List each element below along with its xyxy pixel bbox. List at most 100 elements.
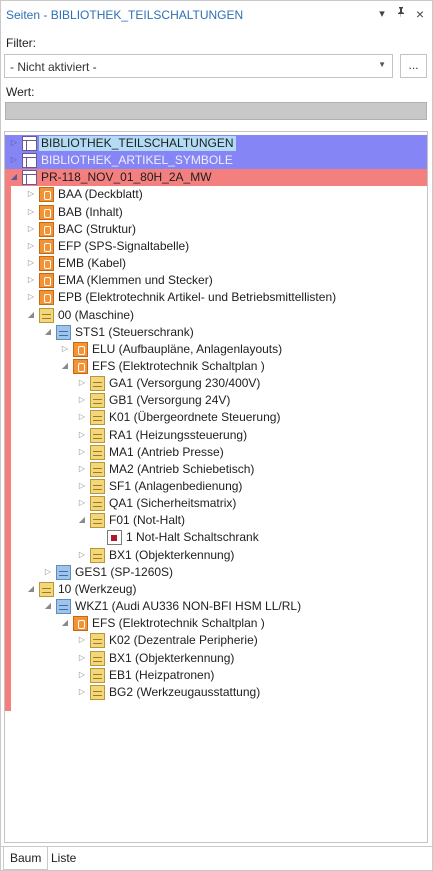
tree-node-label: BAA (Deckblatt) <box>58 187 143 202</box>
collapse-arrow-icon[interactable]: ◢ <box>60 361 70 371</box>
tree-node[interactable]: ▷ QA1 (Sicherheitsmatrix) <box>5 495 425 512</box>
tree-node[interactable]: ◢ 10 (Werkzeug) <box>5 581 425 598</box>
tree-node[interactable]: ▷ EFP (SPS-Signaltabelle) <box>5 238 425 255</box>
tree-node[interactable]: ◢ EFS (Elektrotechnik Schaltplan ) <box>5 615 425 632</box>
structure-folder-icon <box>90 410 105 426</box>
expand-arrow-icon[interactable]: ▷ <box>60 344 70 354</box>
tree-node-label: BIBLIOTHEK_ARTIKEL_SYMBOLE <box>41 153 233 168</box>
collapse-arrow-icon[interactable]: ◢ <box>9 172 19 182</box>
filter-select[interactable]: - Nicht aktiviert - ▼ <box>4 54 393 78</box>
tree-node[interactable]: ▷ MA2 (Antrieb Schiebetisch) <box>5 461 425 478</box>
tree-node-label: 00 (Maschine) <box>58 307 135 322</box>
expand-arrow-icon[interactable]: ▷ <box>77 378 87 388</box>
expand-arrow-icon[interactable]: ▷ <box>77 464 87 474</box>
tree-node[interactable]: ◢ PR-118_NOV_01_80H_2A_MW <box>5 169 425 186</box>
tree-node[interactable]: ◢ WKZ1 (Audi AU336 NON-BFI HSM LL/RL) <box>5 598 425 615</box>
tree-node[interactable]: ▷ BAB (Inhalt) <box>5 204 425 221</box>
structure-folder-icon <box>90 650 105 666</box>
tree-node[interactable]: ▷ EMA (Klemmen und Stecker) <box>5 272 425 289</box>
filter-selected-value: - Nicht aktiviert - <box>10 60 97 74</box>
tree-node[interactable]: ▷ BX1 (Objekterkennung) <box>5 547 425 564</box>
tree-node[interactable]: ◢ STS1 (Steuerschrank) <box>5 324 425 341</box>
expand-arrow-icon[interactable]: ▷ <box>77 653 87 663</box>
filter-label: Filter: <box>6 36 36 50</box>
panel-menu-dropdown-icon[interactable]: ▾ <box>374 6 390 22</box>
tree-node[interactable]: ▷ SF1 (Anlagenbedienung) <box>5 478 425 495</box>
wert-field[interactable] <box>5 102 427 120</box>
expand-arrow-icon[interactable]: ▷ <box>77 687 87 697</box>
tree-node[interactable]: ▷ K02 (Dezentrale Peripherie) <box>5 632 425 649</box>
expand-arrow-icon[interactable]: ▷ <box>26 224 36 234</box>
expand-arrow-icon[interactable]: ▷ <box>77 430 87 440</box>
expand-arrow-icon[interactable]: ▷ <box>77 412 87 422</box>
pin-icon[interactable] <box>393 6 409 22</box>
tree-node[interactable]: ▷ EPB (Elektrotechnik Artikel- und Betrie… <box>5 289 425 306</box>
tree-node[interactable]: ◢ EFS (Elektrotechnik Schaltplan ) <box>5 358 425 375</box>
tree-node[interactable]: ▷ EB1 (Heizpatronen) <box>5 667 425 684</box>
tree-node[interactable]: ▷ BIBLIOTHEK_ARTIKEL_SYMBOLE <box>5 152 425 169</box>
expand-arrow-icon[interactable]: ▷ <box>77 670 87 680</box>
tree-node-label: PR-118_NOV_01_80H_2A_MW <box>41 170 212 185</box>
tree-node-label: WKZ1 (Audi AU336 NON-BFI HSM LL/RL) <box>75 599 302 614</box>
tree-node-label: 1 Not-Halt Schaltschrank <box>126 530 259 545</box>
tab-baum[interactable]: Baum <box>3 847 49 870</box>
page-group-icon <box>39 290 54 306</box>
tree-node[interactable]: ▷ GA1 (Versorgung 230/400V) <box>5 375 425 392</box>
tree-node[interactable]: ▷ BX1 (Objekterkennung) <box>5 650 425 667</box>
tree-node-label: EPB (Elektrotechnik Artikel- und Betrieb… <box>58 290 337 305</box>
tree-node[interactable]: ◢ F01 (Not-Halt) <box>5 512 425 529</box>
expand-arrow-icon[interactable]: ▷ <box>9 138 19 148</box>
location-icon <box>56 564 71 580</box>
expand-arrow-icon[interactable]: ▷ <box>77 447 87 457</box>
tree-node-label: SF1 (Anlagenbedienung) <box>109 479 243 493</box>
expand-arrow-icon[interactable]: ▷ <box>26 275 36 285</box>
tree-node[interactable]: ▷ MA1 (Antrieb Presse) <box>5 444 425 461</box>
expand-arrow-icon[interactable]: ▷ <box>26 241 36 251</box>
page-group-icon <box>39 221 54 237</box>
expand-arrow-icon[interactable]: ▷ <box>26 207 36 217</box>
tree-node[interactable]: ▷ RA1 (Heizungssteuerung) <box>5 427 425 444</box>
page-tree[interactable]: ▷ BIBLIOTHEK_TEILSCHALTUNGEN ▷ BIBLIOTHEK_A… <box>4 131 428 843</box>
expand-arrow-icon[interactable]: ▷ <box>77 481 87 491</box>
page-group-icon <box>73 341 88 357</box>
tree-node[interactable]: ▷ BIBLIOTHEK_TEILSCHALTUNGEN <box>5 135 425 152</box>
project-icon <box>22 136 37 151</box>
page-group-icon <box>73 616 88 632</box>
tree-node-label: BG2 (Werkzeugausstattung) <box>109 684 261 699</box>
collapse-arrow-icon[interactable]: ◢ <box>26 310 36 320</box>
expand-arrow-icon[interactable]: ▷ <box>77 550 87 560</box>
tree-node[interactable]: ▷ BAA (Deckblatt) <box>5 186 425 203</box>
tree-node[interactable]: ▷ GES1 (SP-1260S) <box>5 564 425 581</box>
chevron-down-icon: ▼ <box>378 60 386 69</box>
tree-node[interactable]: ▷ BG2 (Werkzeugausstattung) <box>5 684 425 701</box>
tab-liste[interactable]: Liste <box>45 847 82 870</box>
tree-node[interactable]: ▷ BAC (Struktur) <box>5 221 425 238</box>
expand-arrow-icon[interactable]: ▷ <box>77 395 87 405</box>
structure-folder-icon <box>90 376 105 392</box>
collapse-arrow-icon[interactable]: ◢ <box>43 327 53 337</box>
schematic-page-icon <box>107 530 122 546</box>
tree-node[interactable]: ◢ 00 (Maschine) <box>5 307 425 324</box>
tree-node[interactable]: ▷ K01 (Übergeordnete Steuerung) <box>5 409 425 426</box>
expand-arrow-icon[interactable]: ▷ <box>26 292 36 302</box>
expand-arrow-icon[interactable]: ▷ <box>77 635 87 645</box>
structure-folder-icon <box>90 461 105 477</box>
close-icon[interactable]: × <box>412 6 428 22</box>
expand-arrow-icon[interactable]: ▷ <box>26 258 36 268</box>
expand-arrow-icon[interactable]: ▷ <box>9 155 19 165</box>
collapse-arrow-icon[interactable]: ◢ <box>60 618 70 628</box>
collapse-arrow-icon[interactable]: ◢ <box>26 584 36 594</box>
expand-arrow-icon[interactable]: ▷ <box>26 189 36 199</box>
tree-node[interactable]: 1 Not-Halt Schaltschrank <box>5 529 425 546</box>
tree-node-label: BX1 (Objekterkennung) <box>109 650 235 665</box>
collapse-arrow-icon[interactable]: ◢ <box>77 515 87 525</box>
expand-arrow-icon[interactable]: ▷ <box>43 567 53 577</box>
filter-more-button[interactable]: ... <box>400 54 427 78</box>
structure-folder-icon <box>90 667 105 683</box>
tree-node[interactable]: ▷ GB1 (Versorgung 24V) <box>5 392 425 409</box>
collapse-arrow-icon[interactable]: ◢ <box>43 601 53 611</box>
tree-node-label: 10 (Werkzeug) <box>58 581 137 596</box>
tree-node[interactable]: ▷ ELU (Aufbaupläne, Anlagenlayouts) <box>5 341 425 358</box>
expand-arrow-icon[interactable]: ▷ <box>77 498 87 508</box>
tree-node[interactable]: ▷ EMB (Kabel) <box>5 255 425 272</box>
